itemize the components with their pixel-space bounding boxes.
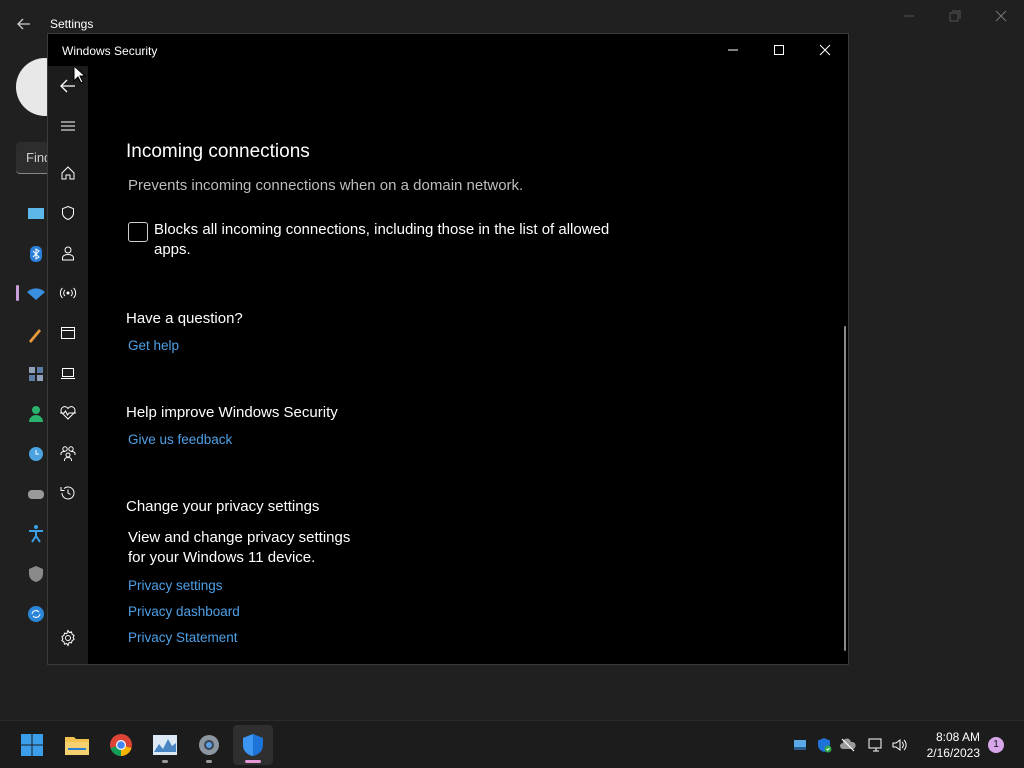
windows-logo-icon bbox=[21, 734, 43, 756]
chrome-button[interactable] bbox=[101, 725, 141, 765]
mouse-cursor-icon bbox=[73, 65, 87, 84]
minimize-button[interactable] bbox=[710, 34, 756, 66]
history-icon bbox=[60, 486, 75, 500]
clock-date: 2/16/2023 bbox=[926, 746, 980, 760]
get-help-link[interactable]: Get help bbox=[128, 338, 179, 353]
taskbar: 8:08 AM 2/16/2023 1 bbox=[0, 720, 1024, 768]
nav-firewall-network[interactable] bbox=[48, 273, 88, 313]
nav-virus-protection[interactable] bbox=[48, 193, 88, 233]
help-improve-heading: Help improve Windows Security bbox=[126, 404, 338, 421]
settings-nav-active-indicator bbox=[16, 285, 19, 301]
bluetooth-icon[interactable] bbox=[24, 242, 48, 266]
windows-security-shield-icon bbox=[243, 734, 263, 756]
window-title: Windows Security bbox=[62, 44, 158, 58]
shield-icon bbox=[62, 205, 74, 221]
privacy-heading: Change your privacy settings bbox=[126, 498, 320, 515]
windows-security-titlebar[interactable]: Windows Security bbox=[48, 34, 848, 66]
apps-icon[interactable] bbox=[24, 362, 48, 386]
maximize-icon bbox=[774, 45, 784, 55]
family-icon bbox=[60, 446, 76, 461]
nav-family-options[interactable] bbox=[48, 433, 88, 473]
personalization-icon[interactable] bbox=[24, 322, 48, 346]
accounts-icon[interactable] bbox=[24, 402, 48, 426]
notification-badge[interactable]: 1 bbox=[988, 737, 1004, 753]
active-indicator bbox=[245, 760, 261, 763]
network-internet-icon[interactable] bbox=[24, 282, 48, 306]
close-button[interactable] bbox=[802, 34, 848, 66]
time-language-icon[interactable] bbox=[24, 442, 48, 466]
privacy-security-icon[interactable] bbox=[24, 562, 48, 586]
chrome-icon bbox=[110, 734, 132, 756]
app-browser-icon bbox=[61, 327, 75, 339]
tray-security-icon[interactable] bbox=[814, 735, 834, 755]
menu-icon bbox=[61, 121, 75, 131]
settings-app-button[interactable] bbox=[189, 725, 229, 765]
privacy-settings-link[interactable]: Privacy settings bbox=[128, 578, 223, 593]
vertical-scrollbar[interactable] bbox=[844, 326, 846, 651]
folder-icon bbox=[65, 737, 89, 755]
system-icon[interactable] bbox=[24, 202, 48, 226]
running-indicator bbox=[162, 760, 168, 763]
accessibility-icon[interactable] bbox=[24, 522, 48, 546]
privacy-description-line2: for your Windows 11 device. bbox=[128, 549, 316, 566]
maximize-button[interactable] bbox=[756, 34, 802, 66]
privacy-description-line1: View and change privacy settings bbox=[128, 529, 351, 546]
windows-update-icon[interactable] bbox=[24, 602, 48, 626]
privacy-statement-link[interactable]: Privacy Statement bbox=[128, 630, 238, 645]
minimize-icon bbox=[728, 49, 738, 51]
home-icon bbox=[61, 166, 75, 180]
windows-security-window: Windows Security Incoming connections Pr… bbox=[47, 33, 849, 665]
gaming-icon[interactable] bbox=[24, 482, 48, 506]
menu-button[interactable] bbox=[48, 106, 88, 146]
nav-device-security[interactable] bbox=[48, 353, 88, 393]
desktop: Settings Find Windows Security Incoming … bbox=[0, 0, 1024, 768]
nav-home[interactable] bbox=[48, 153, 88, 193]
tray-hardware-icon[interactable] bbox=[790, 735, 810, 755]
device-icon bbox=[61, 368, 75, 379]
running-indicator bbox=[206, 760, 212, 763]
nav-settings[interactable] bbox=[48, 618, 88, 658]
close-icon bbox=[819, 44, 831, 56]
tray-network-icon[interactable] bbox=[866, 735, 886, 755]
have-a-question-heading: Have a question? bbox=[126, 310, 243, 327]
taskbar-clock[interactable]: 8:08 AM 2/16/2023 bbox=[916, 729, 980, 761]
clock-time: 8:08 AM bbox=[935, 730, 980, 744]
task-manager-icon bbox=[153, 735, 177, 755]
account-icon bbox=[62, 246, 74, 261]
nav-app-browser-control[interactable] bbox=[48, 313, 88, 353]
block-incoming-checkbox[interactable] bbox=[128, 222, 148, 242]
nav-account-protection[interactable] bbox=[48, 233, 88, 273]
settings-title: Settings bbox=[50, 17, 94, 31]
navigation-rail bbox=[48, 66, 88, 664]
file-explorer-button[interactable] bbox=[57, 725, 97, 765]
network-icon bbox=[59, 287, 77, 299]
settings-app-icon bbox=[199, 735, 219, 755]
settings-close-icon[interactable] bbox=[978, 6, 1024, 28]
settings-minimize-icon[interactable] bbox=[886, 6, 932, 28]
incoming-connections-description: Prevents incoming connections when on a … bbox=[128, 177, 524, 194]
incoming-connections-heading: Incoming connections bbox=[126, 141, 310, 162]
privacy-dashboard-link[interactable]: Privacy dashboard bbox=[128, 604, 240, 619]
settings-gear-icon bbox=[61, 629, 75, 647]
health-icon bbox=[60, 406, 76, 420]
task-manager-button[interactable] bbox=[145, 725, 185, 765]
block-incoming-checkbox-label[interactable]: Blocks all incoming connections, includi… bbox=[154, 220, 634, 260]
settings-back-icon[interactable] bbox=[14, 14, 34, 34]
give-feedback-link[interactable]: Give us feedback bbox=[128, 432, 232, 447]
windows-security-taskbar-button[interactable] bbox=[233, 725, 273, 765]
start-button[interactable] bbox=[12, 725, 52, 765]
nav-device-performance-health[interactable] bbox=[48, 393, 88, 433]
main-content: Incoming connections Prevents incoming c… bbox=[88, 66, 848, 664]
tray-volume-icon[interactable] bbox=[890, 735, 910, 755]
tray-onedrive-offline-icon[interactable] bbox=[838, 735, 858, 755]
nav-protection-history[interactable] bbox=[48, 473, 88, 513]
settings-restore-icon[interactable] bbox=[932, 6, 978, 28]
